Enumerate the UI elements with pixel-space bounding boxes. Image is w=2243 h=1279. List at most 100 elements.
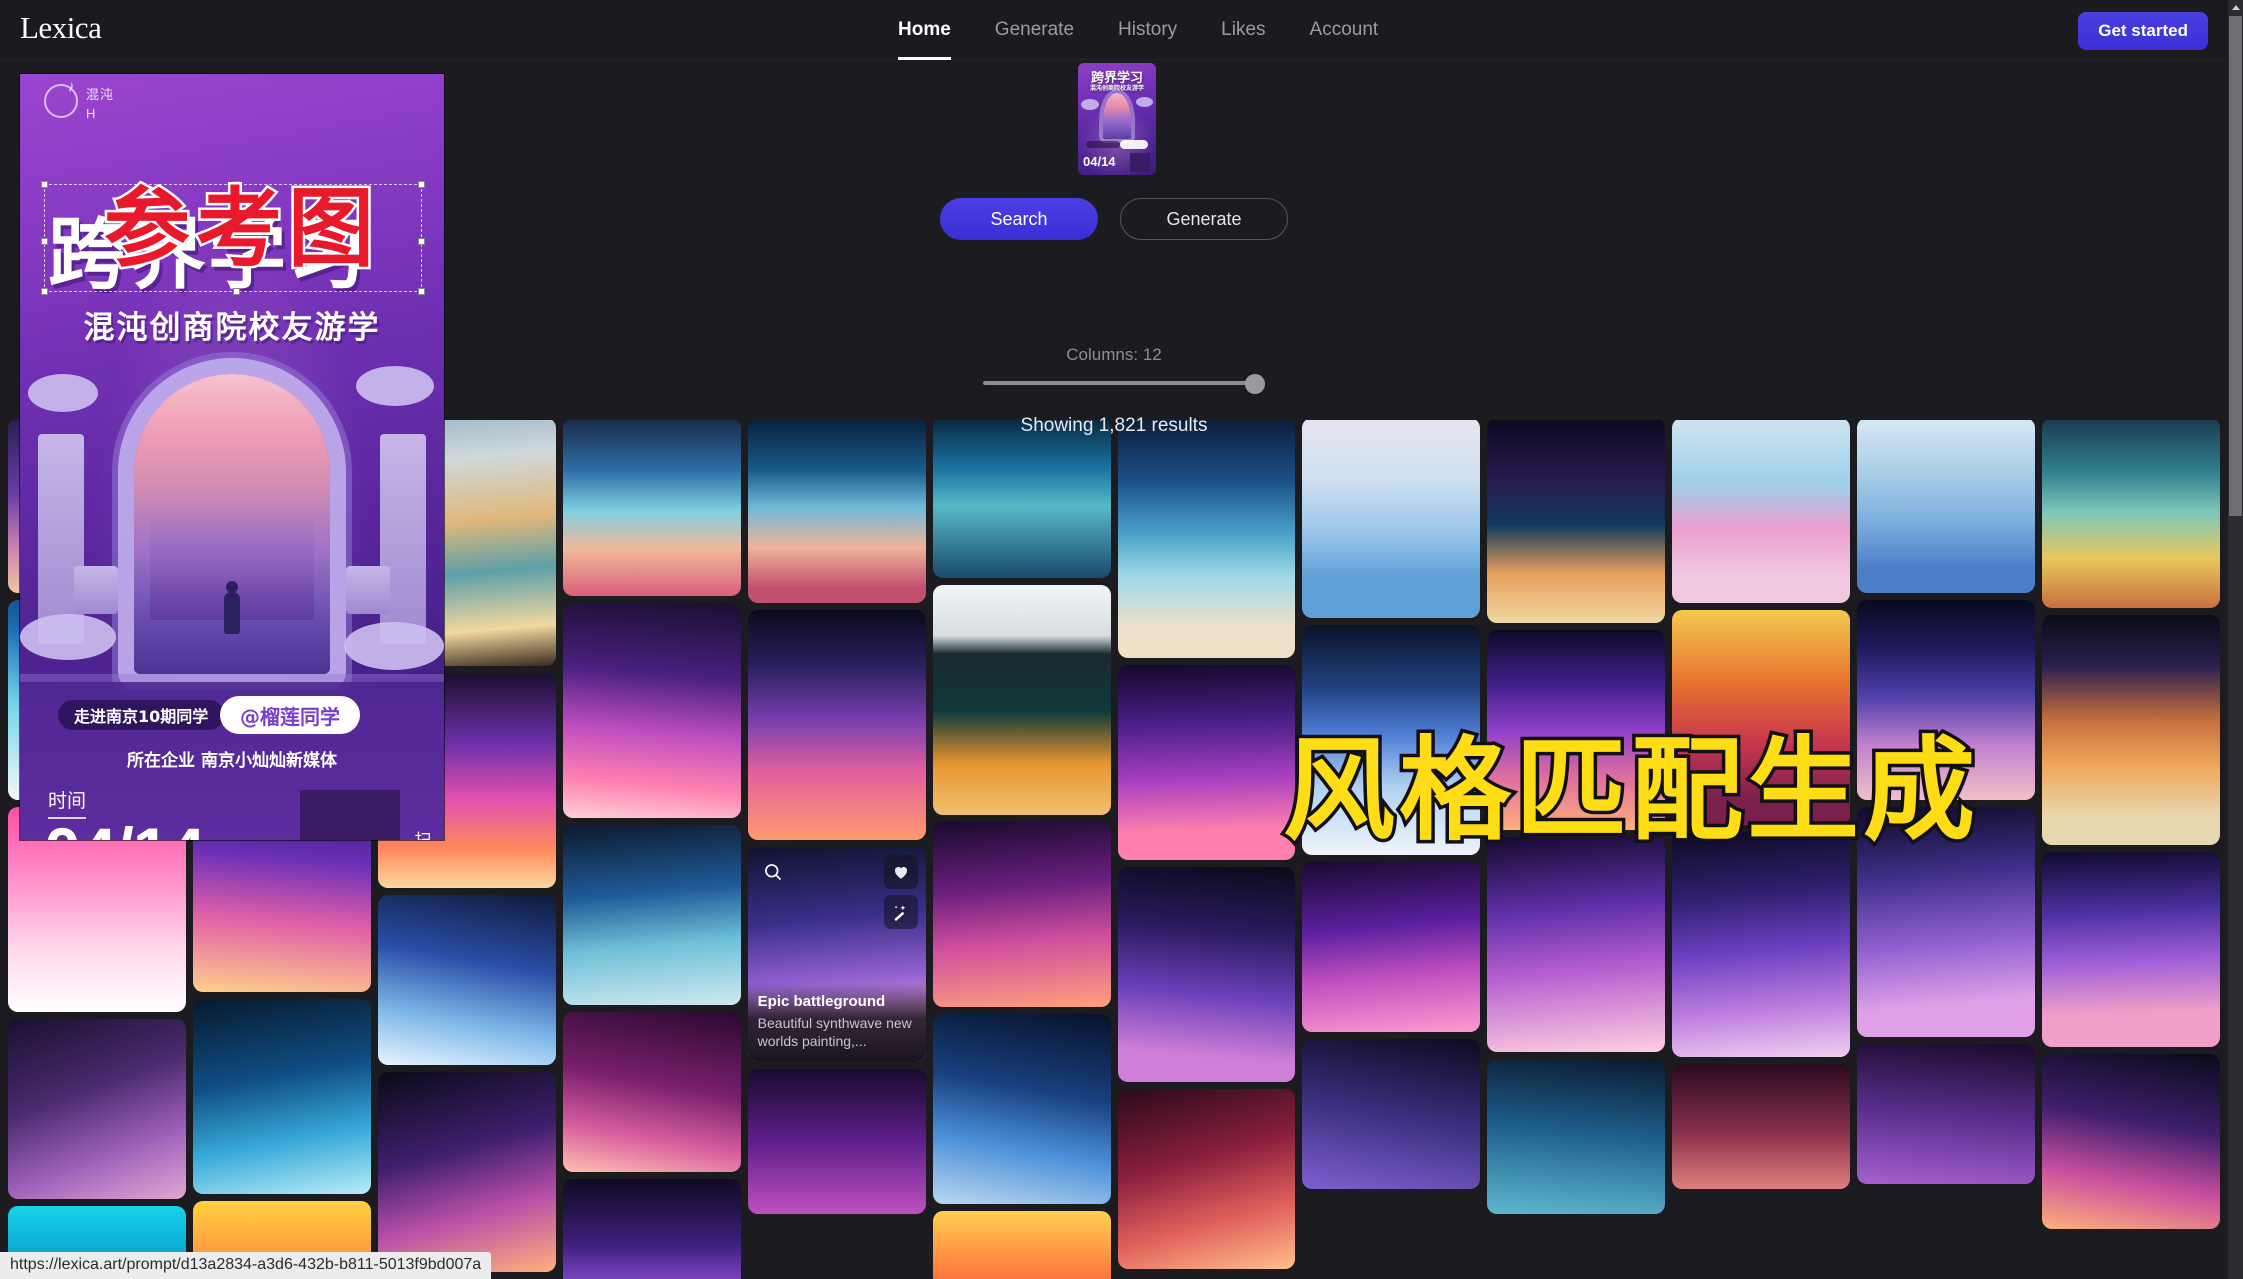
image-tile[interactable]: [562, 603, 741, 818]
thumbnail-tag-dark: [1086, 141, 1120, 148]
reference-brand-en: H: [86, 105, 97, 121]
image-tile[interactable]: [1117, 867, 1296, 1082]
thumbnail-qr-code: [1130, 153, 1150, 172]
image-tile[interactable]: [2042, 1054, 2220, 1229]
image-tile[interactable]: [2042, 852, 2220, 1047]
reference-company-line: 所在企业 南京小灿灿新媒体: [127, 751, 337, 771]
image-tile[interactable]: [1672, 1064, 1851, 1189]
reference-stamp-text: 参考图: [102, 177, 380, 282]
image-tile[interactable]: [562, 1012, 741, 1172]
reference-cloud-3: [20, 614, 116, 660]
image-tile[interactable]: [747, 418, 926, 603]
reference-cloud-2: [356, 366, 434, 406]
image-tile[interactable]: [1857, 418, 2036, 593]
image-tile[interactable]: [747, 610, 926, 840]
reference-cloud-1: [28, 374, 98, 412]
uploaded-image-thumbnail[interactable]: 跨界学习 混沌创商院校友游学 04/14: [1078, 63, 1156, 175]
image-tile[interactable]: [1117, 665, 1296, 860]
slider-track[interactable]: [983, 381, 1265, 385]
nav-item-history[interactable]: History: [1118, 0, 1177, 60]
magic-wand-icon[interactable]: [883, 895, 918, 929]
browser-status-bar: https://lexica.art/prompt/d13a2834-a3d6-…: [0, 1252, 492, 1279]
app-header: Lexica Home Generate History Likes Accou…: [0, 0, 2228, 60]
reference-info-panel: 走进南京10期同学 @榴莲同学 所在企业 南京小灿灿新媒体 时间 04/14 1…: [20, 682, 444, 840]
image-tile[interactable]: [932, 585, 1111, 815]
get-started-button[interactable]: Get started: [2078, 12, 2208, 50]
grid-column: Epic battleground Beautiful synthwave new…: [747, 418, 926, 1279]
reference-cube-right: [346, 566, 390, 614]
grid-column: [2042, 418, 2220, 1279]
image-tile[interactable]: [377, 895, 556, 1065]
image-tile[interactable]: [1117, 418, 1296, 658]
page-scrollbar[interactable]: [2228, 0, 2243, 1279]
heart-icon[interactable]: [883, 855, 918, 889]
image-tile[interactable]: [1672, 832, 1851, 1057]
reference-date: 04/14: [44, 818, 205, 840]
reference-tag-cohort: 走进南京10期同学: [58, 700, 225, 730]
image-tile[interactable]: [932, 1211, 1111, 1279]
image-tile[interactable]: [932, 1014, 1111, 1204]
slider-thumb[interactable]: [1245, 374, 1265, 394]
image-tile[interactable]: Epic battleground Beautiful synthwave new…: [747, 847, 926, 1062]
thumbnail-poster: 跨界学习 混沌创商院校友游学 04/14: [1078, 63, 1156, 175]
reference-person-figure: [224, 592, 240, 634]
thumbnail-tag-light: [1120, 140, 1148, 149]
reference-cloud-4: [344, 622, 444, 670]
image-tile[interactable]: [562, 1179, 741, 1279]
grid-column: [932, 418, 1111, 1279]
image-tile[interactable]: [1302, 1039, 1481, 1189]
image-tile[interactable]: [1487, 1059, 1666, 1214]
reference-poster: 混沌 H 跨界学习 混沌创商院校友游学 走进南京10期同学 @榴莲同学 所在企业…: [20, 74, 444, 840]
reference-tag-handle: @榴莲同学: [220, 696, 360, 734]
thumbnail-cloud-right: [1136, 97, 1153, 107]
lexica-app: Lexica Home Generate History Likes Accou…: [0, 0, 2243, 1279]
columns-slider[interactable]: [983, 372, 1265, 394]
nav-item-generate[interactable]: Generate: [995, 0, 1074, 60]
image-tile[interactable]: [192, 999, 371, 1194]
tile-description: Beautiful synthwave new worlds painting,…: [757, 1014, 912, 1049]
image-tile[interactable]: [562, 418, 741, 596]
search-button[interactable]: Search: [940, 198, 1098, 240]
image-tile[interactable]: [1487, 837, 1666, 1052]
image-tile[interactable]: [8, 1019, 186, 1199]
image-tile[interactable]: [932, 418, 1111, 578]
search-icon[interactable]: [756, 855, 790, 889]
image-tile[interactable]: [2042, 615, 2220, 845]
reference-cube-left: [74, 566, 118, 614]
image-tile[interactable]: [377, 1072, 556, 1272]
image-tile[interactable]: [2042, 418, 2220, 608]
grid-column: [562, 418, 741, 1279]
thumbnail-arch-shape: [1103, 93, 1131, 139]
grid-column: [1117, 418, 1296, 1279]
style-match-overlay-text: 风格匹配生成: [1280, 726, 1979, 856]
peach-logo-icon: [44, 84, 78, 118]
image-tile[interactable]: [747, 1069, 926, 1214]
reference-scan-text: 扫码报名: [412, 831, 434, 840]
thumbnail-date: 04/14: [1083, 154, 1116, 169]
image-tile[interactable]: [1672, 418, 1851, 603]
image-tile[interactable]: [932, 822, 1111, 1007]
scroll-up-arrow-icon[interactable]: [2228, 0, 2243, 15]
nav-item-home[interactable]: Home: [898, 0, 951, 60]
image-tile[interactable]: [1487, 418, 1666, 623]
thumbnail-subtitle: 混沌创商院校友游学: [1089, 86, 1145, 92]
reference-image-overlay: 混沌 H 跨界学习 混沌创商院校友游学 走进南京10期同学 @榴莲同学 所在企业…: [20, 74, 444, 840]
tile-title: Epic battleground: [757, 992, 886, 1010]
image-tile[interactable]: [1302, 862, 1481, 1032]
generate-button[interactable]: Generate: [1120, 198, 1288, 240]
reference-subtitle: 混沌创商院校友游学: [83, 310, 381, 346]
tile-caption: Epic battleground Beautiful synthwave new…: [747, 982, 926, 1062]
image-tile[interactable]: [1857, 1044, 2036, 1184]
main-nav: Home Generate History Likes Account: [898, 0, 1378, 60]
scrollbar-thumb[interactable]: [2229, 16, 2242, 516]
image-tile[interactable]: [1302, 418, 1481, 618]
nav-item-account[interactable]: Account: [1310, 0, 1379, 60]
reference-qr-code: [300, 790, 400, 840]
thumbnail-cloud-left: [1081, 99, 1099, 110]
nav-item-likes[interactable]: Likes: [1221, 0, 1265, 60]
image-tile[interactable]: [562, 825, 741, 1005]
image-tile[interactable]: [1117, 1089, 1296, 1269]
reference-brand: 混沌 H: [86, 86, 114, 124]
lexica-logo[interactable]: Lexica: [20, 10, 102, 46]
reference-brand-cn: 混沌: [86, 87, 115, 102]
